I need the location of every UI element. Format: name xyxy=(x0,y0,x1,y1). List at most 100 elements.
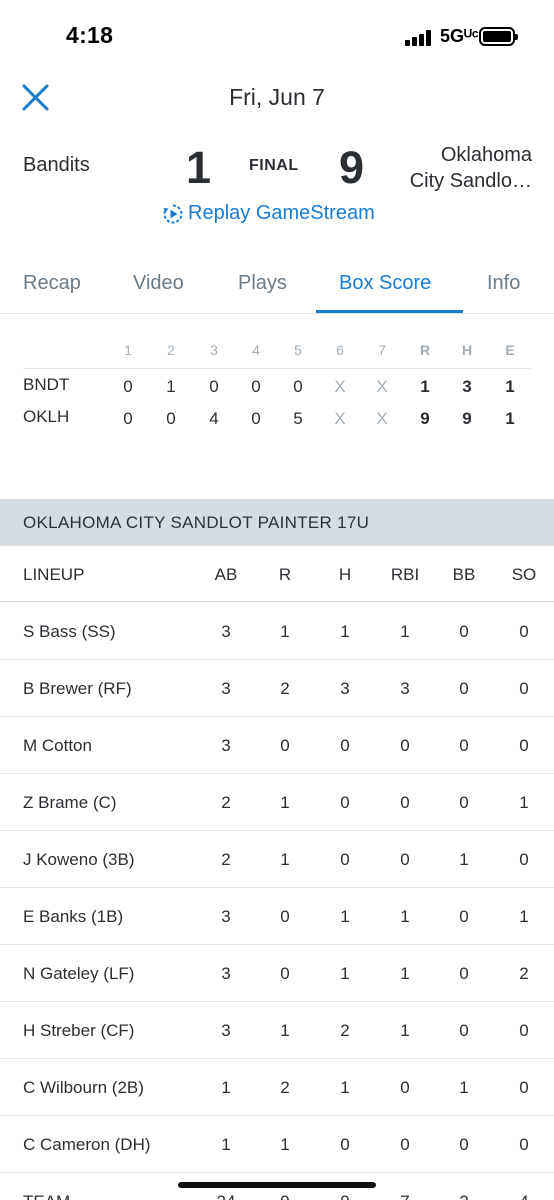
stat-cell: 9 xyxy=(265,1192,305,1200)
rbi-column-header: RBI xyxy=(390,565,420,584)
stat-cell: 0 xyxy=(340,1135,350,1154)
inning-score: 0 xyxy=(251,377,261,396)
home-team-name: Bandits xyxy=(23,154,90,176)
player-row[interactable]: C Wilbourn (2B) 1 2 1 0 1 0 xyxy=(0,1059,554,1116)
stat-cell: 3 xyxy=(221,736,231,755)
player-name: M Cotton xyxy=(23,736,92,755)
stat-cell: 0 xyxy=(340,850,350,869)
player-row[interactable]: M Cotton 3 0 0 0 0 0 xyxy=(0,717,554,774)
stat-cell: 0 xyxy=(459,1021,469,1040)
player-row[interactable]: S Bass (SS) 3 1 1 1 0 0 xyxy=(0,603,554,660)
player-name: B Brewer (RF) xyxy=(23,679,132,698)
battery-icon xyxy=(479,27,518,46)
stat-cell: 0 xyxy=(519,850,529,869)
so-column-header: SO xyxy=(511,565,537,584)
stat-cell: 1 xyxy=(340,964,350,983)
bb-column-header: BB xyxy=(452,565,476,584)
inning-score: 0 xyxy=(166,409,176,428)
replay-gamestream-link[interactable]: Replay GameStream xyxy=(162,202,375,225)
stat-cell: 0 xyxy=(280,736,290,755)
stat-cell: 3 xyxy=(400,679,410,698)
stat-cell: 0 xyxy=(519,679,529,698)
stat-cell: 1 xyxy=(459,1078,469,1097)
player-row[interactable]: C Cameron (DH) 1 1 0 0 0 0 xyxy=(0,1116,554,1173)
stat-cell: 0 xyxy=(400,793,410,812)
inning-score: 0 xyxy=(123,409,133,428)
runs-total: 9 xyxy=(420,409,430,428)
ab-column-header: AB xyxy=(214,565,238,584)
stat-cell: 1 xyxy=(280,850,290,869)
tab-recap[interactable]: Recap xyxy=(23,272,81,295)
player-row[interactable]: H Streber (CF) 3 1 2 1 0 0 xyxy=(0,1002,554,1059)
line-score-team: BNDT xyxy=(23,375,70,394)
stat-cell: 0 xyxy=(340,793,350,812)
stat-cell: 1 xyxy=(400,622,410,641)
inning-score: X xyxy=(376,409,388,428)
stat-cell: 0 xyxy=(400,850,410,869)
team-total-label: TEAM xyxy=(23,1192,70,1200)
page-title: Fri, Jun 7 xyxy=(229,84,325,110)
stat-cell: 7 xyxy=(385,1192,425,1200)
stat-cell: 1 xyxy=(221,1078,231,1097)
hits-total: 9 xyxy=(462,409,472,428)
stat-cell: 3 xyxy=(340,679,350,698)
stat-cell: 0 xyxy=(400,736,410,755)
stat-cell: 1 xyxy=(280,793,290,812)
player-row[interactable]: B Brewer (RF) 3 2 3 3 0 0 xyxy=(0,660,554,717)
stat-cell: 2 xyxy=(221,793,231,812)
network-label: 5Gᵁᶜ xyxy=(440,26,479,46)
stat-cell: 0 xyxy=(459,679,469,698)
stat-cell: 0 xyxy=(459,964,469,983)
stat-cell: 1 xyxy=(400,964,410,983)
tab-plays[interactable]: Plays xyxy=(238,272,287,295)
game-status: FINAL xyxy=(249,157,299,174)
player-row[interactable]: Z Brame (C) 2 1 0 0 0 1 xyxy=(0,774,554,831)
stat-cell: 2 xyxy=(221,850,231,869)
stat-cell: 2 xyxy=(280,679,290,698)
inning-header: 5 xyxy=(294,342,302,358)
stat-cell: 1 xyxy=(519,793,529,812)
inning-score: X xyxy=(376,377,388,396)
player-name: J Koweno (3B) xyxy=(23,850,135,869)
away-team-line1: Oklahoma xyxy=(440,144,532,166)
tab-video[interactable]: Video xyxy=(133,272,184,295)
player-name: N Gateley (LF) xyxy=(23,964,135,983)
inning-header: 2 xyxy=(167,342,175,358)
player-row[interactable]: E Banks (1B) 3 0 1 1 0 1 xyxy=(0,888,554,945)
status-bar: 4:18 5Gᵁᶜ xyxy=(0,0,554,72)
stat-cell: 1 xyxy=(400,1021,410,1040)
player-name: C Wilbourn (2B) xyxy=(23,1078,144,1097)
errors-total: 1 xyxy=(505,409,515,428)
player-name: E Banks (1B) xyxy=(23,907,124,926)
stat-cell: 1 xyxy=(280,622,290,641)
stat-cell: 1 xyxy=(400,907,410,926)
stat-cell: 2 xyxy=(444,1192,484,1200)
player-row[interactable]: N Gateley (LF) 3 0 1 1 0 2 xyxy=(0,945,554,1002)
stat-cell: 1 xyxy=(340,622,350,641)
stat-cell: 24 xyxy=(206,1192,246,1200)
home-indicator[interactable] xyxy=(178,1182,376,1188)
stat-cell: 0 xyxy=(459,793,469,812)
line-score-row: BNDT 0 1 0 0 0 X X 1 3 1 xyxy=(0,373,554,403)
player-name: C Cameron (DH) xyxy=(23,1135,151,1154)
away-team-line2: City Sandlo… xyxy=(409,170,532,192)
stat-cell: 0 xyxy=(519,1021,529,1040)
team-section-header: OKLAHOMA CITY SANDLOT PAINTER 17U xyxy=(0,499,554,546)
stat-cell: 3 xyxy=(221,679,231,698)
stat-cell: 0 xyxy=(340,736,350,755)
stat-cell: 0 xyxy=(519,1135,529,1154)
stat-cell: 0 xyxy=(519,622,529,641)
box-score-header-row: LINEUP AB R H RBI BB SO xyxy=(0,547,554,602)
inning-score: 0 xyxy=(293,377,303,396)
tab-box-score[interactable]: Box Score xyxy=(339,272,431,295)
divider xyxy=(23,368,531,369)
signal-icon xyxy=(405,30,435,46)
player-row[interactable]: J Koweno (3B) 2 1 0 0 1 0 xyxy=(0,831,554,888)
tab-info[interactable]: Info xyxy=(487,272,520,295)
stat-cell: 1 xyxy=(280,1021,290,1040)
runs-total: 1 xyxy=(420,377,430,396)
h-column-header: H xyxy=(338,565,352,584)
inning-score: 4 xyxy=(209,409,219,428)
inning-score: 5 xyxy=(293,409,303,428)
inning-header: 3 xyxy=(210,342,218,358)
